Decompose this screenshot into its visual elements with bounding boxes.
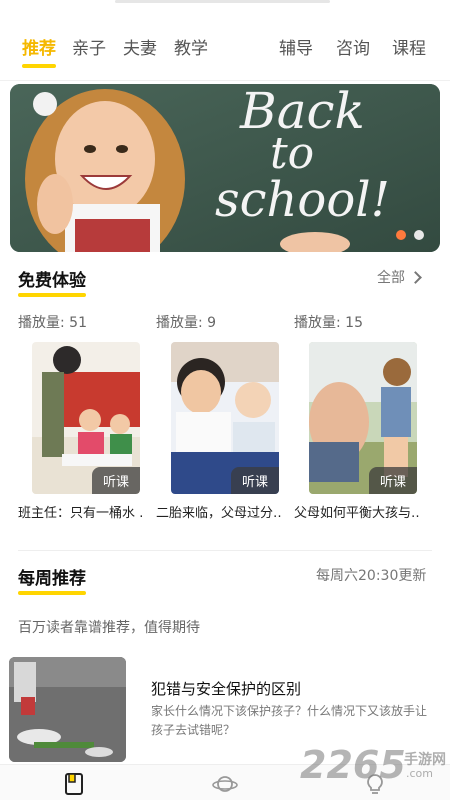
active-tab-indicator (22, 64, 56, 68)
article-description: 家长什么情况下该保护孩子？什么情况下又该放手让孩子去试错呢？ (151, 704, 428, 737)
top-nav: 推荐 亲子 夫妻 教学 辅导 咨询 课程 (0, 0, 450, 70)
free-trial-title: 免费体验 (18, 271, 86, 291)
free-trial-underline (18, 293, 86, 297)
listen-button[interactable]: 听课 (231, 467, 279, 494)
chalk-text: Back to school! (215, 84, 440, 246)
see-all-label: 全部 (377, 270, 405, 286)
listen-button[interactable]: 听课 (369, 467, 417, 494)
play-count: 播放量: 15 (294, 315, 363, 331)
see-all-link[interactable]: 全部 (377, 267, 422, 287)
tab-tutoring[interactable]: 辅导 (279, 34, 313, 59)
weekly-subtitle: 百万读者靠谱推荐，值得期待 (18, 620, 200, 636)
watermark-number: 2265 (300, 743, 406, 787)
course-card-image[interactable]: 听课 (309, 342, 417, 494)
course-card-image[interactable]: 听课 (171, 342, 279, 494)
tab-recommend[interactable]: 推荐 (22, 34, 56, 59)
tab-parenting[interactable]: 亲子 (72, 34, 106, 59)
course-title[interactable]: 父母如何平衡大孩与… (294, 502, 419, 521)
watermark-cn: 手游网 (404, 752, 446, 768)
drag-handle (115, 0, 330, 3)
weekly-underline (18, 591, 86, 595)
carousel-dots (396, 230, 424, 240)
watermark-logo: 2265 手游网 .com (300, 743, 450, 793)
tab-consult[interactable]: 咨询 (336, 34, 370, 59)
planet-icon[interactable] (212, 773, 238, 795)
chalk-line-3: school! (215, 172, 390, 228)
article-thumbnail[interactable] (9, 657, 126, 762)
play-count: 播放量: 9 (156, 315, 217, 331)
book-icon[interactable] (64, 773, 84, 795)
weekly-title: 每周推荐 (18, 569, 86, 589)
play-count: 播放量: 51 (18, 315, 87, 331)
listen-button[interactable]: 听课 (92, 467, 140, 494)
broken-plate-image (9, 657, 126, 762)
chevron-right-icon (409, 270, 422, 284)
tab-courses[interactable]: 课程 (392, 34, 426, 59)
weekly-update-note: 每周六20:30更新 (316, 568, 427, 584)
banner-carousel[interactable]: Back to school! (10, 84, 440, 252)
article-title[interactable]: 犯错与安全保护的区别 (151, 678, 301, 699)
tab-teaching[interactable]: 教学 (174, 34, 208, 59)
course-card-image[interactable]: 听课 (32, 342, 140, 494)
section-divider (18, 550, 432, 551)
course-title[interactable]: 班主任：只有一桶水 … (18, 502, 143, 521)
carousel-dot[interactable] (414, 230, 424, 240)
tab-couple[interactable]: 夫妻 (123, 34, 157, 59)
watermark-url: .com (406, 767, 433, 780)
carousel-dot[interactable] (396, 230, 406, 240)
nav-divider (0, 80, 450, 81)
course-title[interactable]: 二胎来临，父母过分… (156, 502, 281, 521)
